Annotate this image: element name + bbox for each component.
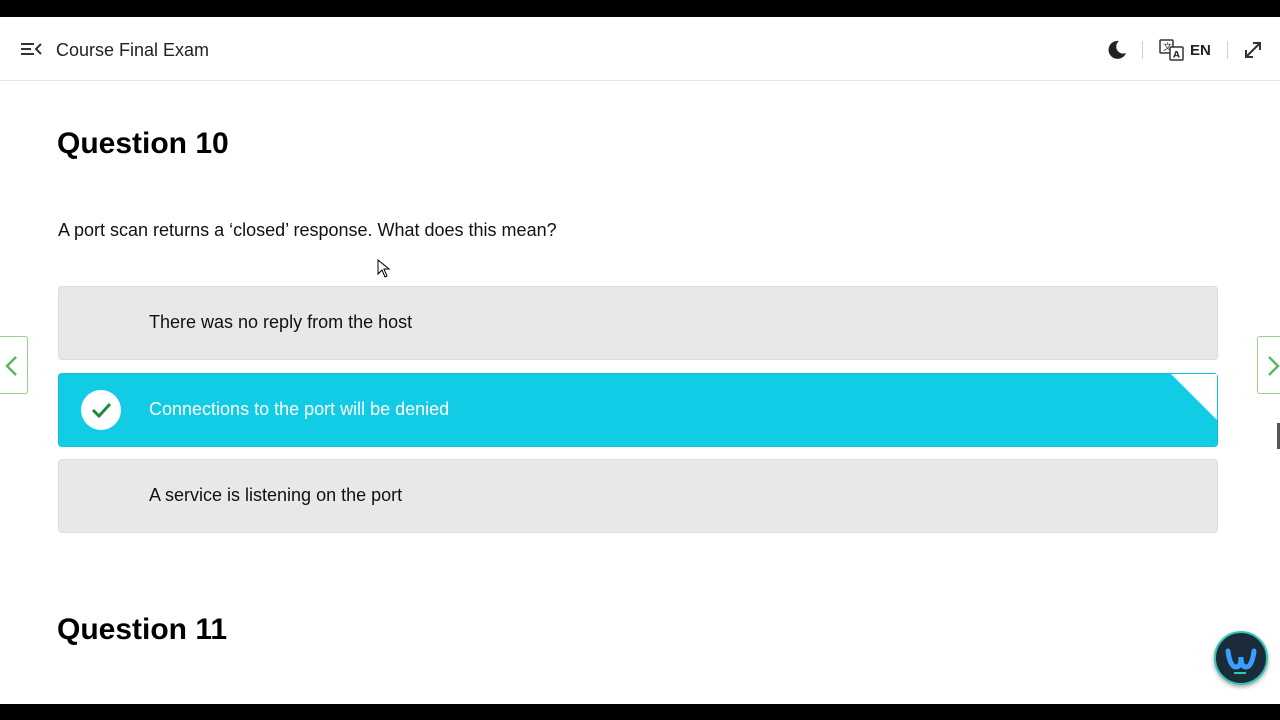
top-black-band (0, 0, 1280, 17)
page-title: Course Final Exam (56, 40, 210, 60)
translate-icon[interactable]: 文 A (1159, 39, 1185, 61)
bottom-black-band (0, 704, 1280, 720)
divider (1142, 41, 1143, 59)
answer-option[interactable]: There was no reply from the host (58, 286, 1218, 360)
moon-icon[interactable] (1106, 39, 1128, 61)
corner-fold-icon (1171, 374, 1217, 420)
question-text: A port scan returns a ‘closed’ response.… (58, 220, 557, 240)
question-heading: Question 10 (57, 127, 229, 160)
chevron-left-icon (5, 356, 17, 376)
previous-button[interactable] (0, 336, 28, 394)
exam-page: Course Final Exam 文 A EN Question 10 A p… (0, 17, 1280, 704)
menu-collapse-icon[interactable] (20, 39, 44, 59)
answer-option-label: There was no reply from the host (149, 312, 413, 332)
top-bar: Course Final Exam 文 A EN (0, 17, 1280, 81)
answer-option-selected[interactable]: Connections to the port will be denied (58, 373, 1218, 447)
app-logo-icon[interactable] (1214, 631, 1268, 685)
svg-text:A: A (1173, 51, 1180, 61)
divider (1227, 41, 1228, 59)
answer-option-label: Connections to the port will be denied (149, 399, 450, 419)
mouse-cursor-icon (377, 258, 391, 279)
chevron-right-icon (1268, 356, 1280, 376)
answer-option-label: A service is listening on the port (149, 485, 403, 505)
checkmark-icon (81, 390, 121, 430)
next-button[interactable] (1257, 336, 1280, 394)
answer-option[interactable]: A service is listening on the port (58, 459, 1218, 533)
language-selector[interactable]: EN (1190, 42, 1211, 59)
question-heading: Question 11 (57, 613, 228, 646)
expand-icon[interactable] (1243, 40, 1263, 60)
